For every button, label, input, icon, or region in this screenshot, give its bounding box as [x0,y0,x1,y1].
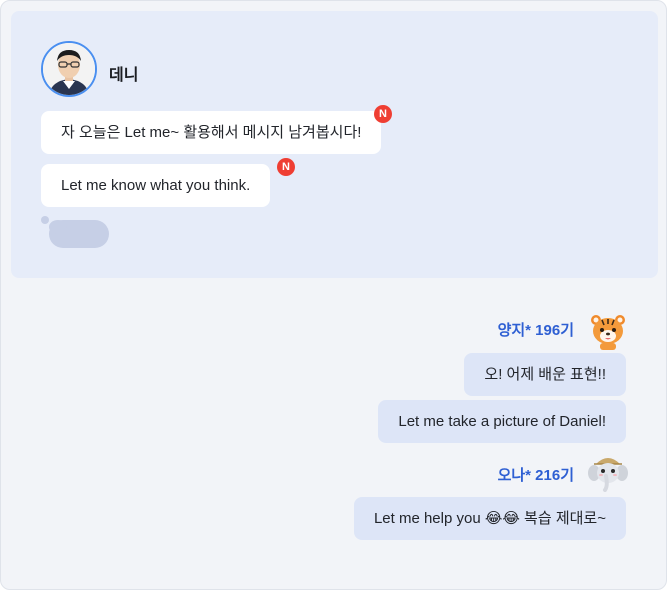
message-text: 자 오늘은 Let me~ 활용해서 메시지 남겨봅시다! [61,124,362,141]
message-text: Let me take a picture of Daniel! [398,413,606,430]
host-message-bubble: 자 오늘은 Let me~ 활용해서 메시지 남겨봅시다! [41,111,382,154]
reply-message-bubble: 오! 어제 배운 표현!! [464,353,626,396]
typing-indicator [49,220,109,248]
new-badge: N [374,105,392,123]
reply-message-bubble: Let me help you 😂😂 복습 제대로~ [353,497,626,540]
elephant-avatar-icon[interactable] [588,452,628,492]
message-text: 오! 어제 배운 표현!! [484,366,606,383]
reply-message-bubble: Let me take a picture of Daniel! [378,400,626,443]
message-text: Let me know what you think. [61,177,251,194]
person-avatar-icon [43,43,95,95]
new-badge: N [277,158,295,176]
reply-author-name: 오나* 216기 [497,467,574,484]
typing-indicator-dot [41,216,49,224]
message-text: Let me help you 😂😂 복습 제대로~ [373,510,606,527]
chat-container: 데니 자 오늘은 Let me~ 활용해서 메시지 남겨봅시다! N Let m… [0,0,667,590]
reply-author-name: 양지* 196기 [497,322,574,339]
host-avatar[interactable] [41,41,97,97]
host-message-bubble: Let me know what you think. [41,164,271,207]
tiger-avatar-icon[interactable] [588,311,628,351]
host-name: 데니 [109,67,139,84]
